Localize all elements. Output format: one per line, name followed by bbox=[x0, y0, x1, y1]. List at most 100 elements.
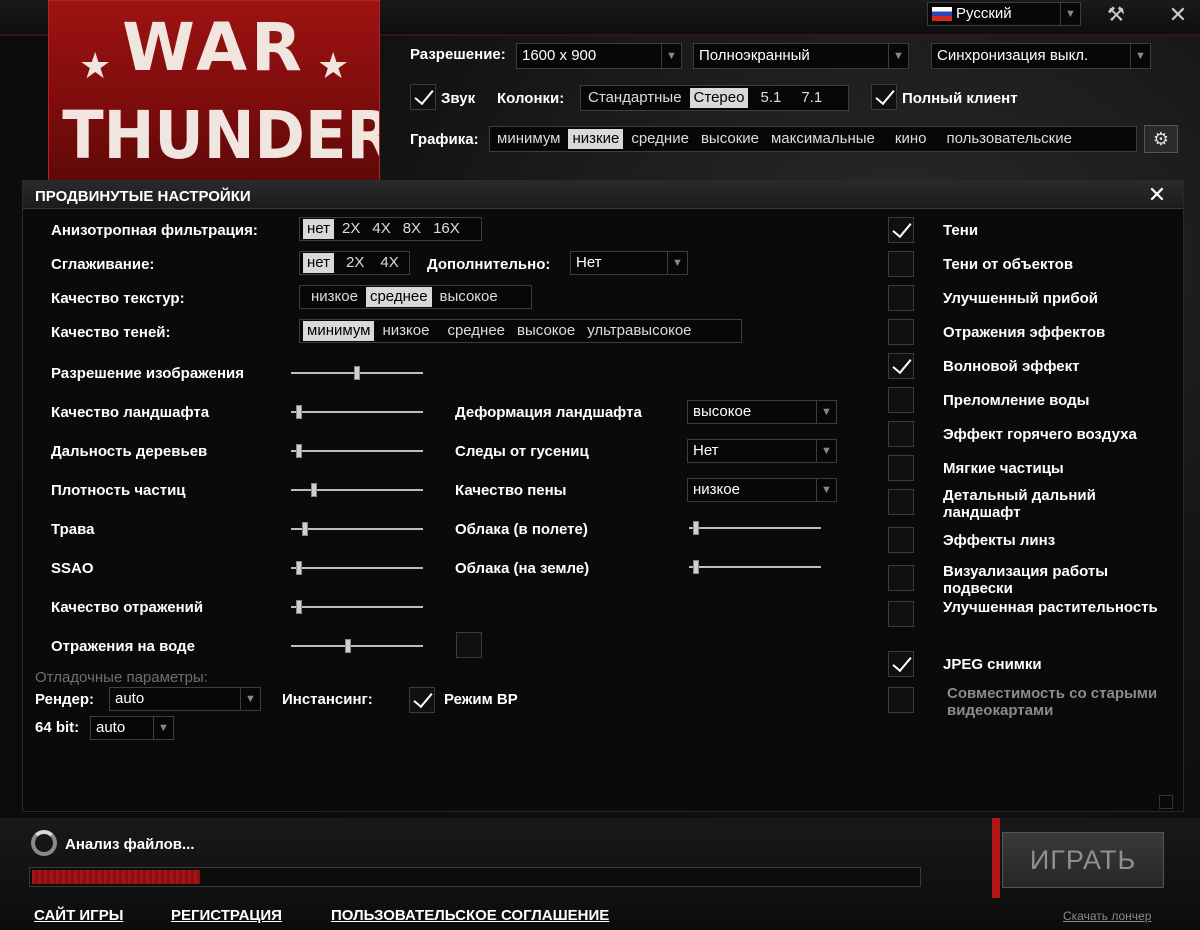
language-select[interactable]: Русский ▼ bbox=[927, 2, 1081, 26]
clouds-ground-slider[interactable] bbox=[689, 560, 821, 574]
detailed-far-terrain-checkbox[interactable] bbox=[888, 489, 914, 515]
panel-close-icon[interactable]: ✕ bbox=[1145, 182, 1169, 207]
speakers-option-stereo[interactable]: Стерео bbox=[689, 88, 749, 108]
graphics-option-low[interactable]: низкие bbox=[568, 129, 624, 149]
bit64-select[interactable]: auto ▼ bbox=[90, 716, 174, 740]
texture-option-low[interactable]: низкое bbox=[307, 287, 362, 307]
chevron-down-icon: ▼ bbox=[153, 717, 173, 739]
improved-surf-checkbox[interactable] bbox=[888, 285, 914, 311]
slider-handle[interactable] bbox=[296, 444, 302, 458]
shadow-option-low[interactable]: низкое bbox=[378, 321, 433, 341]
terrain-quality-label: Качество ландшафта bbox=[51, 404, 210, 421]
slider-handle[interactable] bbox=[345, 639, 351, 653]
wave-effect-checkbox[interactable] bbox=[888, 353, 914, 379]
reflection-quality-slider[interactable] bbox=[291, 600, 423, 614]
water-reflections-slider[interactable] bbox=[291, 639, 423, 653]
aniso-option-8x[interactable]: 8X bbox=[399, 219, 425, 239]
shadow-option-medium[interactable]: среднее bbox=[443, 321, 509, 341]
aa-option-none[interactable]: нет bbox=[303, 253, 334, 273]
window-mode-select[interactable]: Полноэкранный ▼ bbox=[693, 43, 909, 69]
texture-option-high[interactable]: высокое bbox=[436, 287, 502, 307]
grass-slider[interactable] bbox=[291, 522, 423, 536]
ssao-slider[interactable] bbox=[291, 561, 423, 575]
tree-distance-slider[interactable] bbox=[291, 444, 423, 458]
download-launcher-link[interactable]: Скачать лончер bbox=[1063, 909, 1151, 923]
aniso-option-4x[interactable]: 4X bbox=[368, 219, 394, 239]
slider-track bbox=[291, 645, 423, 647]
slider-handle[interactable] bbox=[296, 405, 302, 419]
clouds-flight-slider[interactable] bbox=[689, 521, 821, 535]
lens-effects-checkbox[interactable] bbox=[888, 527, 914, 553]
graphics-option-medium[interactable]: средние bbox=[627, 129, 693, 149]
shadows-checkbox[interactable] bbox=[888, 217, 914, 243]
window-close-icon[interactable]: ✕ bbox=[1166, 2, 1190, 27]
aniso-option-2x[interactable]: 2X bbox=[338, 219, 364, 239]
texture-segmented[interactable]: низкое среднее высокое bbox=[299, 285, 532, 309]
legacy-gpu-compat-checkbox[interactable] bbox=[888, 687, 914, 713]
instancing-label: Инстансинг: bbox=[282, 691, 373, 708]
water-refraction-checkbox[interactable] bbox=[888, 387, 914, 413]
gear-icon[interactable]: ⚙ bbox=[1144, 125, 1178, 153]
graphics-option-high[interactable]: высокие bbox=[697, 129, 763, 149]
registration-link[interactable]: РЕГИСТРАЦИЯ bbox=[171, 907, 282, 924]
aa-segmented[interactable]: нет 2X 4X bbox=[299, 251, 410, 275]
slider-handle[interactable] bbox=[296, 600, 302, 614]
slider-handle[interactable] bbox=[311, 483, 317, 497]
jpeg-screenshots-checkbox[interactable] bbox=[888, 651, 914, 677]
render-select[interactable]: auto ▼ bbox=[109, 687, 261, 711]
vr-mode-label: Режим ВР bbox=[444, 691, 518, 708]
slider-handle[interactable] bbox=[693, 560, 699, 574]
user-agreement-link[interactable]: ПОЛЬЗОВАТЕЛЬСКОЕ СОГЛАШЕНИЕ bbox=[331, 907, 609, 924]
texture-option-medium[interactable]: среднее bbox=[365, 287, 432, 307]
effect-reflections-checkbox[interactable] bbox=[888, 319, 914, 345]
vsync-select[interactable]: Синхронизация выкл. ▼ bbox=[931, 43, 1151, 69]
slider-handle[interactable] bbox=[354, 366, 360, 380]
water-reflections-checkbox[interactable] bbox=[456, 632, 482, 658]
speakers-segmented[interactable]: Стандартные Стерео 5.1 7.1 bbox=[580, 85, 849, 111]
speakers-option-standard[interactable]: Стандартные bbox=[584, 88, 686, 108]
shadow-option-minimum[interactable]: минимум bbox=[303, 321, 375, 341]
aa-option-4x[interactable]: 4X bbox=[376, 253, 402, 273]
resolution-select[interactable]: 1600 x 900 ▼ bbox=[516, 43, 682, 69]
terrain-quality-slider[interactable] bbox=[291, 405, 423, 419]
sound-checkbox[interactable] bbox=[410, 84, 436, 110]
speakers-option-7-1[interactable]: 7.1 bbox=[797, 88, 826, 108]
graphics-option-max[interactable]: максимальные bbox=[767, 129, 879, 149]
image-resolution-slider[interactable] bbox=[291, 366, 423, 380]
graphics-option-minimum[interactable]: минимум bbox=[493, 129, 564, 149]
shadow-option-ultra[interactable]: ультравысокое bbox=[583, 321, 695, 341]
speakers-option-5-1[interactable]: 5.1 bbox=[756, 88, 785, 108]
aniso-option-16x[interactable]: 16X bbox=[429, 219, 464, 239]
shadow-option-high[interactable]: высокое bbox=[513, 321, 579, 341]
graphics-option-custom[interactable]: пользовательские bbox=[942, 129, 1075, 149]
vr-mode-checkbox[interactable] bbox=[409, 687, 435, 713]
suspension-visualization-checkbox[interactable] bbox=[888, 565, 914, 591]
improved-vegetation-checkbox[interactable] bbox=[888, 601, 914, 627]
slider-handle[interactable] bbox=[302, 522, 308, 536]
slider-handle[interactable] bbox=[296, 561, 302, 575]
game-site-link[interactable]: САЙТ ИГРЫ bbox=[34, 907, 123, 924]
terrain-deform-select[interactable]: высокое ▼ bbox=[687, 400, 837, 424]
resize-grip[interactable] bbox=[1159, 795, 1173, 809]
object-shadows-checkbox[interactable] bbox=[888, 251, 914, 277]
play-button[interactable]: ИГРАТЬ bbox=[1002, 832, 1164, 888]
soft-particles-checkbox[interactable] bbox=[888, 455, 914, 481]
aniso-segmented[interactable]: нет 2X 4X 8X 16X bbox=[299, 217, 482, 241]
chevron-down-icon: ▼ bbox=[667, 252, 687, 274]
extra-aa-select[interactable]: Нет ▼ bbox=[570, 251, 688, 275]
settings-tools-icon[interactable]: ⚒ bbox=[1103, 2, 1129, 26]
aniso-option-none[interactable]: нет bbox=[303, 219, 334, 239]
track-marks-select[interactable]: Нет ▼ bbox=[687, 439, 837, 463]
hot-air-effect-checkbox[interactable] bbox=[888, 421, 914, 447]
aa-option-2x[interactable]: 2X bbox=[342, 253, 368, 273]
graphics-preset-segmented[interactable]: минимум низкие средние высокие максималь… bbox=[489, 126, 1137, 152]
graphics-option-cinema[interactable]: кино bbox=[891, 129, 931, 149]
accent-stripe bbox=[992, 818, 1000, 898]
slider-handle[interactable] bbox=[693, 521, 699, 535]
shadow-quality-segmented[interactable]: минимум низкое среднее высокое ультравыс… bbox=[299, 319, 742, 343]
particle-density-slider[interactable] bbox=[291, 483, 423, 497]
aa-label: Сглаживание: bbox=[51, 256, 155, 273]
full-client-checkbox[interactable] bbox=[871, 84, 897, 110]
foam-quality-select[interactable]: низкое ▼ bbox=[687, 478, 837, 502]
hot-air-effect-label: Эффект горячего воздуха bbox=[943, 426, 1137, 443]
